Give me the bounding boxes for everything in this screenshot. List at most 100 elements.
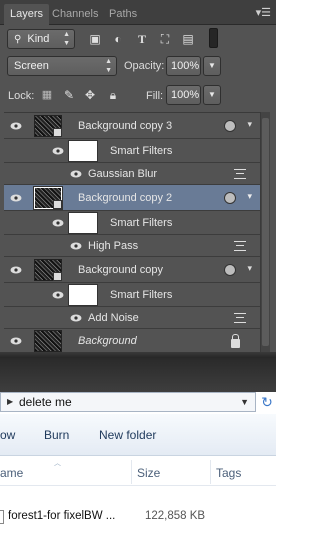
breadcrumb-arrow-icon[interactable]: ▶ xyxy=(7,393,13,411)
blending-options-icon[interactable] xyxy=(234,169,246,179)
layer-row[interactable]: Background copy ▾ xyxy=(4,257,262,283)
blending-options-icon[interactable] xyxy=(234,313,246,323)
smart-object-badge-icon xyxy=(53,272,62,281)
column-size[interactable]: Size xyxy=(137,466,160,480)
blending-options-icon[interactable] xyxy=(234,241,246,251)
filter-kind-dropdown[interactable]: ⚲ Kind ▲ ▼ xyxy=(7,29,75,49)
column-divider[interactable] xyxy=(131,460,132,484)
file-size: 122,858 KB xyxy=(145,510,206,522)
type-filter-icon[interactable]: T xyxy=(135,32,149,46)
file-name[interactable]: forest1-for fixelBW ... xyxy=(8,510,115,522)
expand-chevron-icon[interactable]: ▾ xyxy=(247,191,252,202)
panel-tab-bar: Layers Channels Paths ▾☰ xyxy=(0,0,276,25)
burn-button[interactable]: Burn xyxy=(44,428,69,442)
smart-filters-label: Smart Filters xyxy=(110,217,173,229)
tab-layers[interactable]: Layers xyxy=(4,4,50,25)
smart-filters-label: Smart Filters xyxy=(110,145,173,157)
filter-kind-label: Kind xyxy=(27,33,50,45)
lock-move-icon[interactable]: ✥ xyxy=(83,88,97,102)
filter-row[interactable]: High Pass xyxy=(4,235,262,257)
layer-thumbnail xyxy=(34,330,62,352)
lock-label: Lock: xyxy=(8,90,35,102)
opacity-label: Opacity: xyxy=(124,60,165,72)
pixel-filter-icon[interactable]: ▣ xyxy=(88,32,102,46)
filter-name: Add Noise xyxy=(88,312,139,324)
smart-filters-row[interactable]: Smart Filters xyxy=(4,211,262,235)
lock-all-icon[interactable]: 🔒︎ xyxy=(106,88,120,102)
layer-name[interactable]: Background copy xyxy=(78,264,163,276)
column-name[interactable]: ame xyxy=(0,466,23,480)
smart-object-badge-icon xyxy=(53,200,62,209)
opacity-slider-button[interactable]: ▼ xyxy=(203,56,221,76)
expand-chevron-icon[interactable]: ▾ xyxy=(247,263,252,274)
fill-slider-button[interactable]: ▼ xyxy=(203,85,221,105)
filter-name: High Pass xyxy=(88,240,139,252)
smart-filters-row[interactable]: Smart Filters xyxy=(4,139,262,163)
visibility-eye-icon[interactable] xyxy=(70,314,82,322)
new-folder-button[interactable]: New folder xyxy=(99,428,156,442)
smart-object-badge-icon xyxy=(53,128,62,137)
visibility-eye-icon[interactable] xyxy=(52,147,64,155)
adjustment-filter-icon[interactable]: ◐ xyxy=(111,32,125,46)
lock-brush-icon[interactable]: ✎ xyxy=(62,88,76,102)
updown-arrows-icon: ▲ ▼ xyxy=(63,31,70,47)
address-folder[interactable]: delete me xyxy=(19,395,72,409)
visibility-eye-icon[interactable] xyxy=(52,219,64,227)
scrollbar-thumb[interactable] xyxy=(262,118,269,346)
smart-filter-indicator-icon xyxy=(224,120,236,132)
filter-mask-thumbnail xyxy=(68,140,98,162)
visibility-eye-icon[interactable] xyxy=(70,242,82,250)
layer-name[interactable]: Background copy 3 xyxy=(78,120,172,132)
filter-mask-thumbnail xyxy=(68,284,98,306)
visibility-eye-icon[interactable] xyxy=(10,266,22,274)
fill-input[interactable]: 100% xyxy=(166,85,201,105)
blend-mode-value: Screen xyxy=(14,60,49,72)
column-headers: ︿ ame Size Tags xyxy=(0,456,276,486)
fill-label: Fill: xyxy=(146,90,164,102)
expand-chevron-icon[interactable]: ▾ xyxy=(247,119,252,130)
smart-filters-label: Smart Filters xyxy=(110,289,173,301)
search-icon: ⚲ xyxy=(14,34,22,45)
filter-row[interactable]: Gaussian Blur xyxy=(4,163,262,185)
explorer-window: ▶ delete me ▼ ↻ ow Burn New folder ︿ ame… xyxy=(0,358,276,549)
blend-mode-dropdown[interactable]: Screen ▲ ▼ xyxy=(7,56,117,76)
visibility-eye-icon[interactable] xyxy=(10,194,22,202)
layer-name[interactable]: Background copy 2 xyxy=(78,192,172,204)
command-bar: ow Burn New folder xyxy=(0,414,276,456)
toolbar-item-show[interactable]: ow xyxy=(0,428,15,442)
chevron-down-icon[interactable]: ▼ xyxy=(240,393,249,411)
layer-name[interactable]: Background xyxy=(78,335,137,347)
sort-caret-icon: ︿ xyxy=(54,460,61,467)
lock-transparent-icon[interactable]: ▦ xyxy=(40,88,54,102)
column-divider[interactable] xyxy=(210,460,211,484)
smart-filter-indicator-icon xyxy=(224,264,236,276)
filter-mask-thumbnail xyxy=(68,212,98,234)
opacity-input[interactable]: 100% xyxy=(166,56,201,76)
layer-row[interactable]: Background copy 3 ▾ xyxy=(4,113,262,139)
layer-lock-icon xyxy=(231,334,240,348)
filter-toggle-switch[interactable] xyxy=(209,28,218,48)
smart-filters-row[interactable]: Smart Filters xyxy=(4,283,262,307)
layers-scrollbar[interactable] xyxy=(260,112,270,352)
refresh-icon[interactable]: ↻ xyxy=(259,394,275,410)
layer-list: Background copy 3 ▾ Smart Filters Gaussi… xyxy=(4,112,262,353)
visibility-eye-icon[interactable] xyxy=(10,122,22,130)
layer-thumbnail xyxy=(34,259,62,281)
column-tags[interactable]: Tags xyxy=(216,466,241,480)
file-list-item[interactable]: forest1-for fixelBW ... 122,858 KB xyxy=(0,506,276,528)
filter-row[interactable]: Add Noise xyxy=(4,307,262,329)
filter-name: Gaussian Blur xyxy=(88,168,158,180)
visibility-eye-icon[interactable] xyxy=(10,337,22,345)
address-bar[interactable]: ▶ delete me ▼ xyxy=(0,392,256,412)
tab-channels[interactable]: Channels xyxy=(46,4,104,25)
smart-object-filter-icon[interactable]: ▤ xyxy=(181,32,195,46)
visibility-eye-icon[interactable] xyxy=(52,291,64,299)
tab-paths[interactable]: Paths xyxy=(103,4,143,25)
file-icon xyxy=(0,510,4,524)
panel-menu-icon[interactable]: ▾☰ xyxy=(256,6,271,19)
layer-row-background[interactable]: Background xyxy=(4,329,262,353)
layer-row-selected[interactable]: Background copy 2 ▾ xyxy=(4,185,262,211)
shape-filter-icon[interactable]: ⛶ xyxy=(158,32,172,46)
visibility-eye-icon[interactable] xyxy=(70,170,82,178)
window-frame xyxy=(0,358,276,392)
